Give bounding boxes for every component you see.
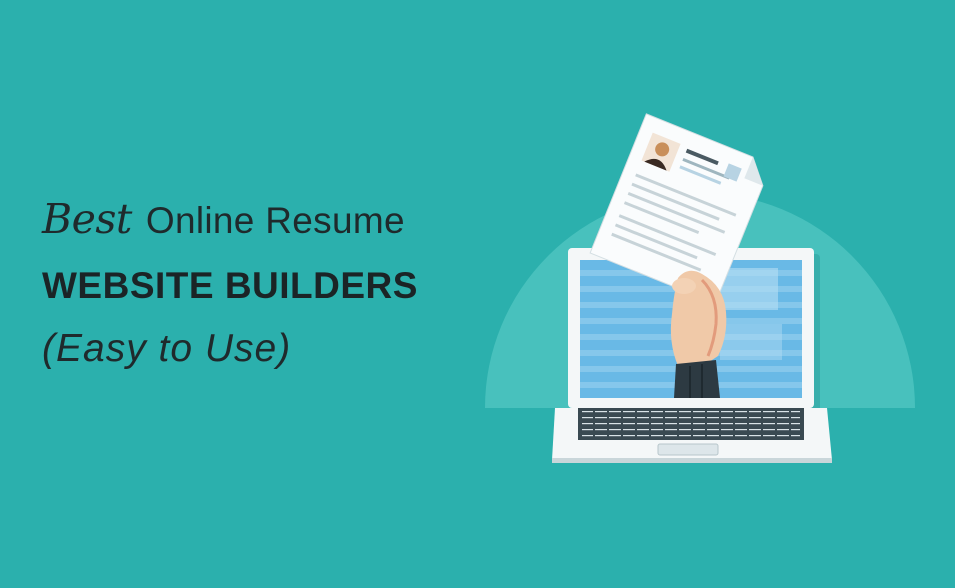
thumb xyxy=(672,278,696,294)
headline-script-word: Best xyxy=(42,195,132,243)
headline-main: WEBSITE BUILDERS xyxy=(42,265,418,306)
headline-subtitle: Online Resume xyxy=(145,200,405,241)
trackpad xyxy=(657,443,719,456)
headline: Best Online Resume WEBSITE BUILDERS (Eas… xyxy=(42,195,418,371)
laptop-resume-illustration xyxy=(485,113,915,463)
screen-window xyxy=(720,324,782,360)
laptop-base-edge xyxy=(552,458,832,463)
banner: Best Online Resume WEBSITE BUILDERS (Eas… xyxy=(0,0,955,588)
headline-line-1: Best Online Resume xyxy=(42,195,418,255)
headline-tagline: (Easy to Use) xyxy=(42,327,292,370)
sleeve xyxy=(674,360,720,398)
